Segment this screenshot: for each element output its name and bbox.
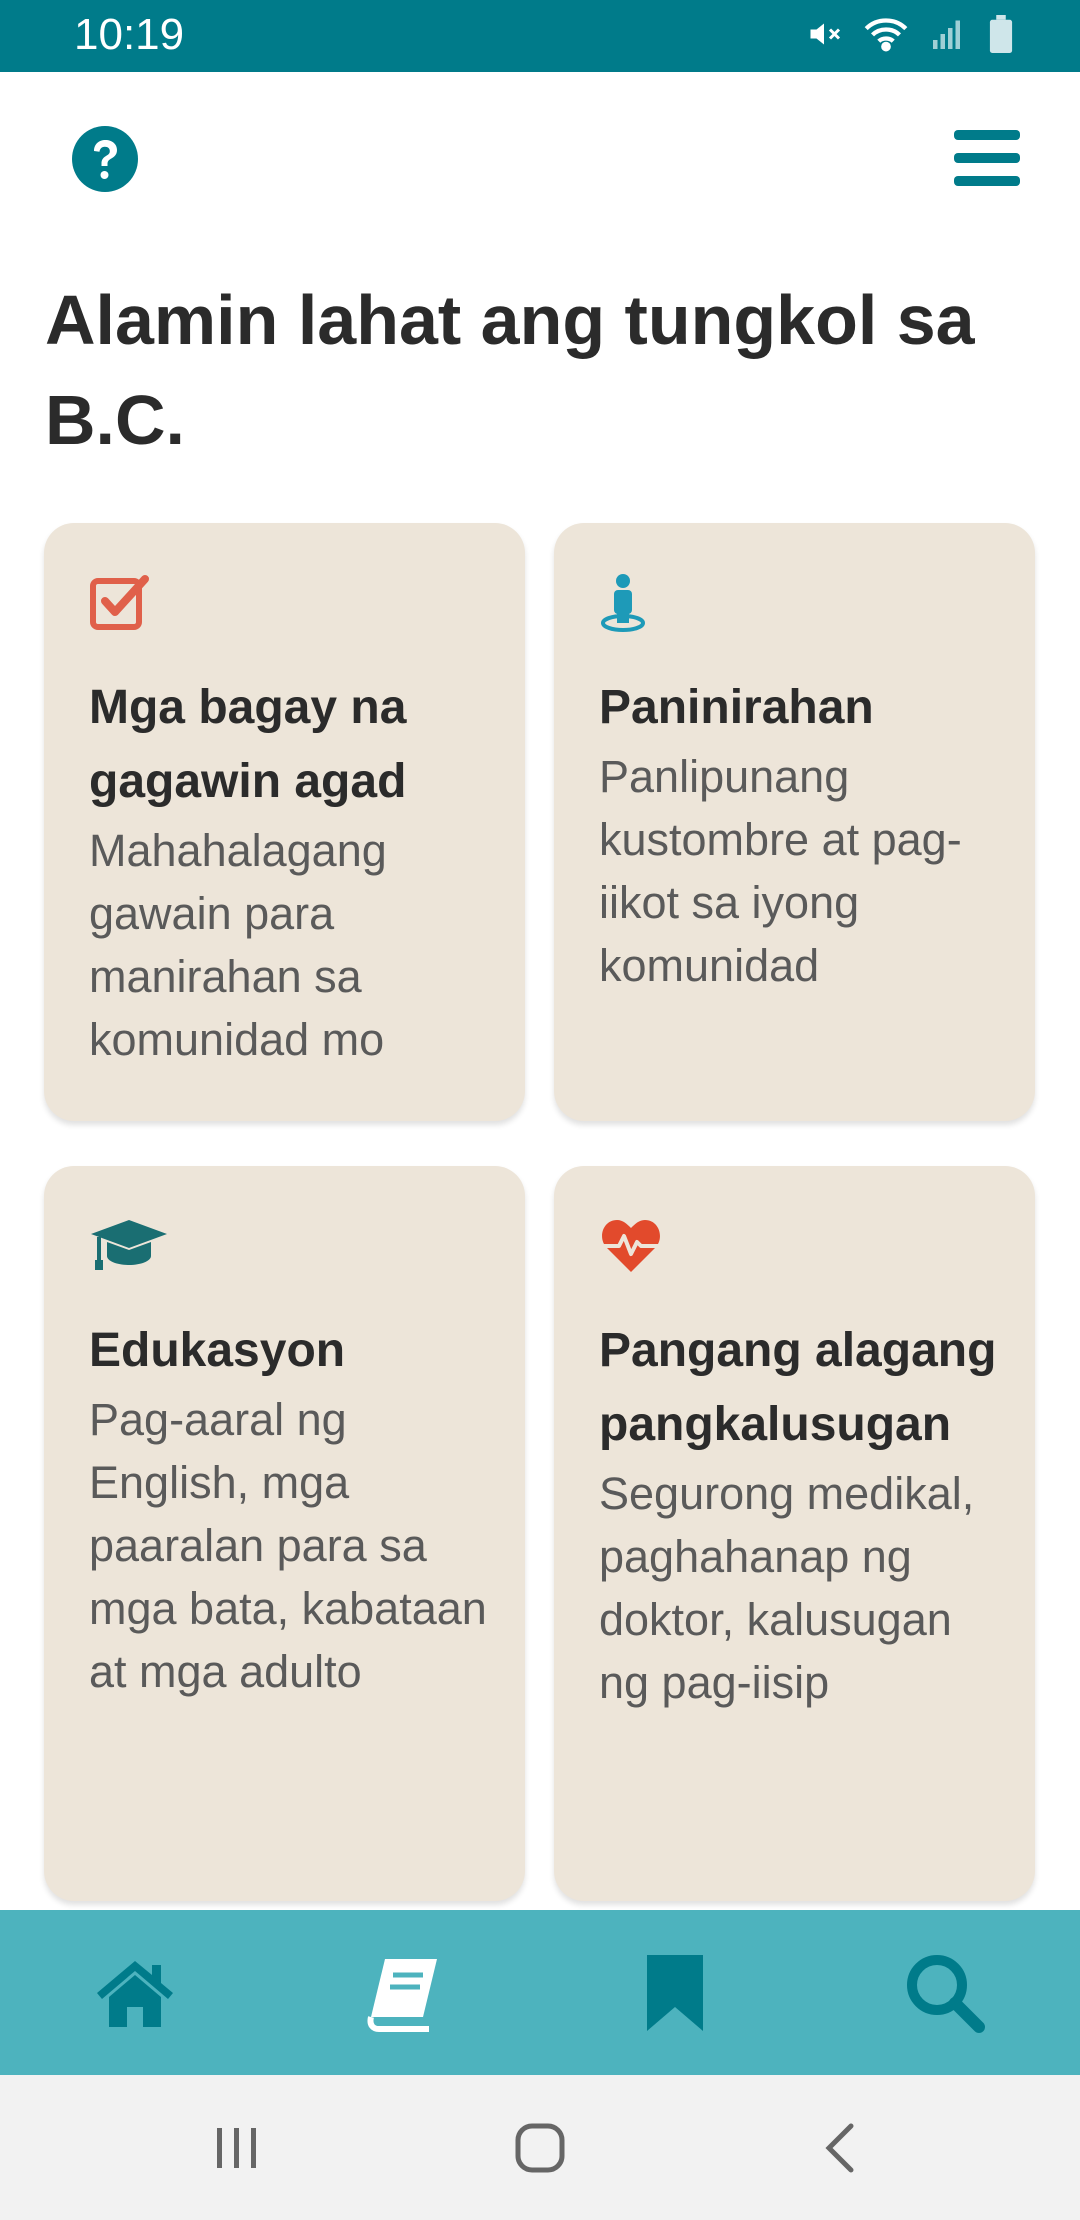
recents-icon	[217, 2127, 256, 2168]
card-title: Edukasyon	[89, 1324, 346, 1377]
card-description: Segurong medikal, paghahanap ng doktor, …	[599, 1468, 975, 1708]
bottom-tab-bar	[0, 1910, 1080, 2075]
question-circle-icon	[72, 126, 138, 192]
wifi-icon	[864, 16, 908, 57]
graduation-cap-icon	[89, 1214, 167, 1278]
tab-bookmarks[interactable]	[540, 1910, 810, 2075]
tab-home[interactable]	[0, 1910, 270, 2075]
card-title: Pangang alagang pangkalusugan	[599, 1324, 997, 1451]
home-icon	[97, 1960, 173, 2027]
bookmark-icon	[647, 1954, 703, 2031]
card-health-care[interactable]: Pangang alagang pangkalusugan Segurong m…	[554, 1166, 1035, 1901]
system-navigation-bar	[0, 2075, 1080, 2220]
status-time: 10:19	[74, 10, 185, 59]
battery-icon	[988, 14, 1014, 58]
signal-icon	[930, 16, 966, 57]
card-description: Pag-aaral ng English, mga paaralan para …	[89, 1394, 487, 1697]
person-location-icon	[599, 571, 663, 635]
mute-icon	[806, 16, 842, 57]
checkbox-icon	[89, 571, 153, 635]
back-icon	[825, 2123, 854, 2172]
menu-button[interactable]	[952, 128, 1022, 188]
status-icons	[806, 14, 1014, 58]
page-title: Alamin lahat ang tungkol sa B.C.	[45, 281, 975, 459]
home-nav-button[interactable]	[440, 2075, 640, 2220]
card-description: Panlipunang kustombre at pag-iikot sa iy…	[599, 751, 962, 991]
book-icon	[367, 1958, 437, 2032]
card-title: Mga bagay na gagawin agad	[89, 681, 407, 808]
card-description: Mahahalagang gawain para manirahan sa ko…	[89, 825, 387, 1065]
app-screen: 10:19 Alamin lahat ang tungkol sa B.C. M…	[0, 0, 1080, 2220]
hamburger-menu-icon	[954, 130, 1020, 186]
back-button[interactable]	[743, 2075, 943, 2220]
tab-guide[interactable]	[270, 1910, 540, 2075]
search-icon	[907, 1954, 985, 2033]
card-education[interactable]: Edukasyon Pag-aaral ng English, mga paar…	[44, 1166, 525, 1901]
heart-pulse-icon	[599, 1214, 663, 1278]
card-settling[interactable]: Paninirahan Panlipunang kustombre at pag…	[554, 523, 1035, 1121]
status-bar: 10:19	[0, 0, 1080, 72]
tab-search[interactable]	[810, 1910, 1080, 2075]
home-nav-icon	[515, 2123, 565, 2172]
help-button[interactable]	[70, 124, 140, 194]
card-things-to-do[interactable]: Mga bagay na gagawin agad Mahahalagang g…	[44, 523, 525, 1121]
card-title: Paninirahan	[599, 681, 874, 734]
recents-button[interactable]	[137, 2075, 337, 2220]
